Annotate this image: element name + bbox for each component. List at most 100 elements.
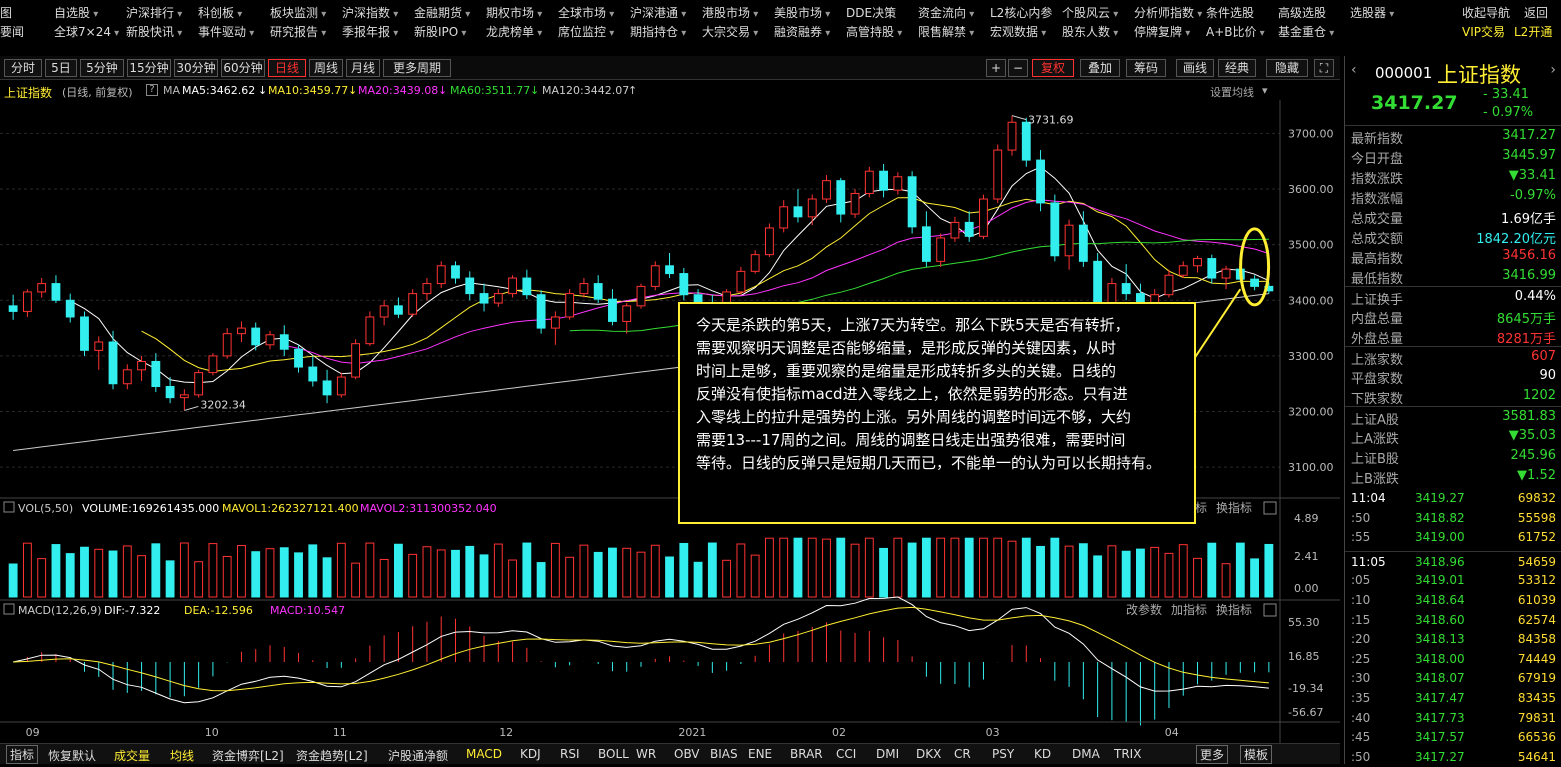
menu-item[interactable]: L2开通 [1514,23,1552,40]
menu-item[interactable]: 图 [0,4,12,21]
candle[interactable] [964,211,974,242]
candle[interactable] [436,261,446,289]
indicator-tab[interactable]: 成交量 [114,747,150,764]
menu-item[interactable]: 沪深排行 [126,4,182,21]
menu-item[interactable]: VIP交易 [1462,23,1505,40]
candle[interactable] [1164,269,1174,298]
candle[interactable] [451,261,460,284]
candle[interactable] [1221,265,1231,290]
indicator-tab[interactable]: DMA [1072,747,1100,761]
period-tab[interactable]: 30分钟 [174,59,218,77]
candle[interactable] [37,278,47,298]
candle[interactable] [8,294,18,320]
menu-item[interactable]: 板块监测 [270,4,326,21]
candle[interactable] [1178,261,1188,279]
menu-item[interactable]: 席位监控 [558,23,614,40]
indicator-tab[interactable]: 更多 [1196,745,1229,764]
candle[interactable] [1193,255,1202,273]
candle[interactable] [508,275,517,298]
candle[interactable] [793,189,803,223]
candle[interactable] [351,339,361,380]
candle[interactable] [1121,264,1131,301]
indicator-tab[interactable]: 沪股通净额 [388,747,448,764]
toolbar-button[interactable]: 筹码 [1126,59,1166,77]
menu-item[interactable]: 股东人数 [1062,23,1118,40]
candle[interactable] [864,166,874,198]
candle[interactable] [379,300,389,326]
indicator-tab[interactable]: KDJ [520,747,541,761]
menu-item[interactable]: 限售解禁 [918,23,974,40]
menu-item[interactable]: 高级选股 [1278,4,1326,21]
menu-item[interactable]: 龙虎榜单 [486,23,542,40]
candle[interactable] [893,172,903,195]
help-icon[interactable] [3,501,15,513]
candle[interactable] [608,289,617,326]
panel-tool-button[interactable]: 换指标 [1216,602,1252,617]
period-tab[interactable]: 周线 [309,59,343,77]
fullscreen-icon[interactable]: ⛶ [1314,59,1334,77]
indicator-tab[interactable]: TRIX [1114,747,1141,761]
toolbar-button[interactable]: 画线 [1176,59,1214,77]
indicator-tab[interactable]: KD [1034,747,1051,761]
close-icon[interactable] [1263,603,1277,617]
help-icon[interactable] [3,603,15,615]
panel-tool-button[interactable]: 改参数 [1126,602,1162,617]
menu-item[interactable]: 宏观数据 [990,23,1046,40]
menu-item[interactable]: A+B比价 [1206,23,1265,40]
candle[interactable] [151,353,161,393]
menu-item[interactable]: 金融期货 [414,4,470,21]
period-tab[interactable]: 5分钟 [80,59,124,77]
toolbar-button[interactable]: 隐藏 [1266,59,1308,77]
indicator-tab[interactable]: CR [954,747,971,761]
candle[interactable] [650,261,660,291]
candle[interactable] [636,283,646,309]
candle[interactable] [565,289,575,320]
candle[interactable] [622,303,632,334]
candle[interactable] [165,377,175,404]
candle[interactable] [408,289,418,317]
indicator-tab[interactable]: CCI [836,747,856,761]
candle[interactable] [479,283,489,312]
candle[interactable] [979,194,988,240]
candle[interactable] [1078,211,1088,267]
indicator-tab[interactable]: DMI [876,747,899,761]
period-tab[interactable]: 15分钟 [127,59,171,77]
candle[interactable] [1036,150,1045,212]
candle[interactable] [108,330,118,390]
menu-item[interactable]: 大宗交易 [702,23,758,40]
menu-item[interactable]: 基金重仓 [1278,23,1334,40]
menu-item[interactable]: 期指持仓 [630,23,686,40]
candle[interactable] [322,369,332,404]
menu-item[interactable]: 事件驱动 [198,23,254,40]
menu-item[interactable]: 新股IPO [414,23,466,40]
indicator-tab[interactable]: RSI [560,747,580,761]
toolbar-button[interactable]: − [1008,59,1028,77]
candle[interactable] [907,171,917,234]
candle[interactable] [65,293,75,323]
candle[interactable] [393,297,403,319]
panel-tool-button[interactable]: 加指标 [1171,602,1207,617]
candle[interactable] [550,311,560,345]
menu-item[interactable]: 研究报告 [270,23,326,40]
candle[interactable] [493,289,503,307]
candle[interactable] [336,372,346,398]
candle[interactable] [836,177,846,223]
candle[interactable] [1207,254,1217,284]
candle[interactable] [80,311,89,356]
indicator-tab[interactable]: BIAS [710,747,738,761]
indicator-tab[interactable]: 指标 [6,745,39,764]
candle[interactable] [251,322,261,351]
menu-item[interactable]: 个股风云 [1062,4,1118,21]
candle[interactable] [750,250,760,274]
candle[interactable] [993,144,1003,203]
candle[interactable] [1050,194,1060,262]
candle[interactable] [665,252,674,279]
candle[interactable] [536,290,546,334]
toolbar-button[interactable]: 复权 [1032,59,1074,77]
candle[interactable] [779,200,789,233]
candle[interactable] [51,275,61,304]
menu-item[interactable]: 美股市场 [774,4,830,21]
indicator-tab[interactable]: 资金博弈[L2] [212,747,284,764]
candle[interactable] [1064,219,1074,270]
menu-item[interactable]: 季报年报 [342,23,398,40]
